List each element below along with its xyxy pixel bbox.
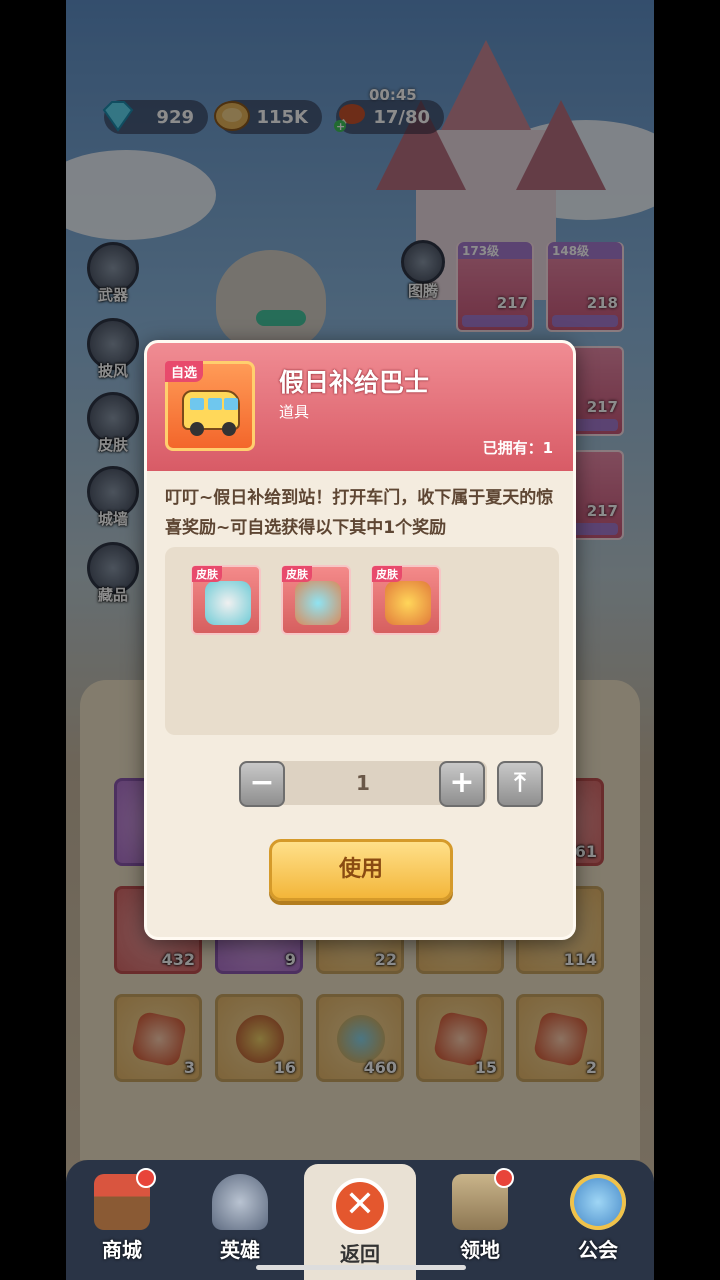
close-icon: ✕ [332, 1178, 388, 1234]
item-description: 叮叮~假日补给到站！打开车门，收下属于夏天的惊喜奖励~可自选获得以下其中1个奖励 [165, 488, 554, 538]
max-button[interactable]: ⤒ [497, 761, 543, 807]
holiday-bus-icon: 自选 [165, 361, 255, 451]
gun-skin-icon [385, 581, 431, 625]
home-indicator [256, 1265, 466, 1270]
use-button[interactable]: 使用 [269, 839, 453, 901]
nav-territory[interactable]: 领地 [424, 1160, 536, 1280]
bottom-nav: 商城 英雄 ✕ 返回 领地 公会 [66, 1160, 654, 1280]
notification-badge [494, 1168, 514, 1188]
item-type: 道具 [279, 403, 310, 421]
reward-list: 皮肤 皮肤 皮肤 [165, 547, 559, 735]
reward-option[interactable]: 皮肤 [371, 565, 441, 635]
nav-hero[interactable]: 英雄 [184, 1160, 296, 1280]
item-title: 假日补给巴士 [279, 368, 430, 397]
nav-guild[interactable]: 公会 [542, 1160, 654, 1280]
selectable-tag: 自选 [165, 361, 204, 382]
minus-button[interactable]: − [239, 761, 285, 807]
notification-badge [136, 1168, 156, 1188]
helmet-icon [212, 1174, 268, 1230]
weapon-skin-icon [295, 581, 341, 625]
reward-option[interactable]: 皮肤 [191, 565, 261, 635]
nav-shop[interactable]: 商城 [66, 1160, 178, 1280]
hero-skin-icon [205, 581, 251, 625]
reward-option[interactable]: 皮肤 [281, 565, 351, 635]
dialog-header: 自选 假日补给巴士 道具 已拥有：1 [147, 343, 573, 471]
owned-count: 已拥有：1 [482, 439, 553, 457]
planet-icon [570, 1174, 626, 1230]
item-detail-dialog: 自选 假日补给巴士 道具 已拥有：1 叮叮~假日补给到站！打开车门，收下属于夏天… [144, 340, 576, 940]
nav-back[interactable]: ✕ 返回 [304, 1164, 416, 1280]
plus-button[interactable]: + [439, 761, 485, 807]
